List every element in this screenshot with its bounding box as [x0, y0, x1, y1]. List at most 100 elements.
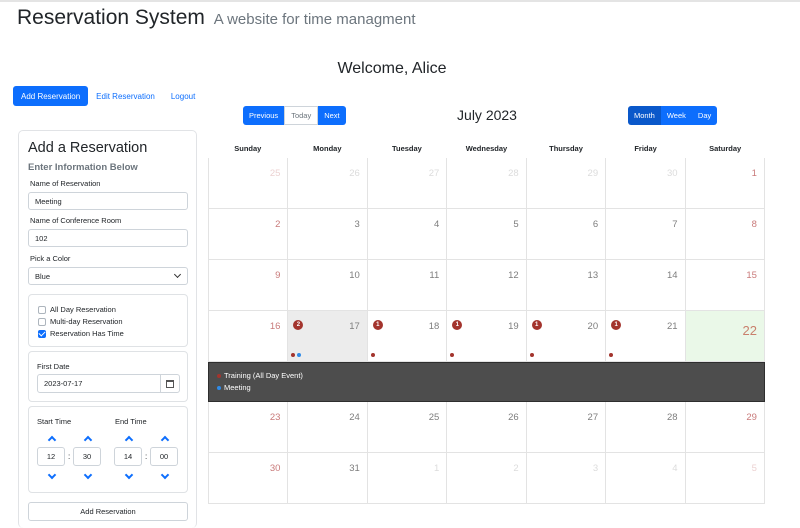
day-cell[interactable]: 17 2: [288, 311, 368, 362]
day-cell[interactable]: 13: [526, 260, 607, 311]
event-item[interactable]: Meeting: [217, 383, 251, 392]
color-select[interactable]: Blue: [28, 267, 188, 285]
day-cell[interactable]: 19 1: [447, 311, 527, 362]
name-input[interactable]: Meeting: [28, 192, 188, 210]
end-minute-down-icon[interactable]: [160, 470, 170, 480]
day-cell[interactable]: 21 1: [606, 311, 686, 362]
event-count-badge: 1: [611, 320, 622, 330]
event-count-badge: 1: [372, 320, 383, 330]
day-cell[interactable]: 12: [447, 260, 527, 311]
day-number: 11: [429, 270, 440, 281]
day-cell[interactable]: 11: [367, 260, 448, 311]
has-time-option[interactable]: Reservation Has Time: [38, 329, 124, 338]
start-hour-down-icon[interactable]: [47, 470, 57, 480]
day-cell[interactable]: 6: [526, 209, 607, 260]
end-minute-input[interactable]: 00: [150, 447, 178, 466]
end-hour-up-icon[interactable]: [124, 435, 134, 445]
weekday-thursday: Thursday: [549, 144, 583, 153]
add-reservation-button[interactable]: Add Reservation: [28, 502, 188, 521]
day-number: 16: [269, 321, 281, 332]
day-cell[interactable]: 16: [209, 311, 289, 362]
day-cell[interactable]: 30: [209, 453, 289, 504]
day-cell[interactable]: 29: [685, 402, 765, 453]
event-label: Training (All Day Event): [224, 371, 303, 380]
all-day-checkbox[interactable]: [38, 305, 46, 314]
nav-edit-reservation[interactable]: Edit Reservation: [88, 86, 163, 106]
day-cell[interactable]: 26: [447, 402, 527, 453]
start-minute-down-icon[interactable]: [83, 470, 93, 480]
weekday-monday: Monday: [313, 144, 342, 153]
day-cell[interactable]: 25: [209, 158, 289, 209]
day-cell[interactable]: 27: [526, 402, 607, 453]
start-minute-up-icon[interactable]: [83, 435, 93, 445]
start-hour-up-icon[interactable]: [47, 435, 57, 445]
has-time-checkbox[interactable]: [38, 329, 46, 338]
next-button[interactable]: Next: [318, 106, 346, 125]
start-time-label: Start Time: [37, 417, 72, 426]
day-cell[interactable]: 30: [606, 158, 686, 209]
day-cell[interactable]: 26: [288, 158, 368, 209]
event-dot: [529, 353, 534, 357]
multi-day-option[interactable]: Multi-day Reservation: [38, 317, 123, 326]
start-hour-input[interactable]: 12: [37, 447, 65, 466]
day-cell[interactable]: 5: [447, 209, 527, 260]
view-week-button[interactable]: Week: [660, 106, 692, 125]
view-month-button[interactable]: Month: [628, 106, 661, 125]
day-number: 20: [587, 321, 599, 332]
day-cell[interactable]: 31: [288, 453, 368, 504]
day-number: 25: [269, 168, 281, 179]
day-cell[interactable]: 23: [209, 402, 289, 453]
options-box: All Day Reservation Multi-day Reservatio…: [28, 294, 188, 347]
day-cell[interactable]: 3: [526, 453, 607, 504]
day-cell[interactable]: 1: [685, 158, 765, 209]
day-cell[interactable]: 3: [288, 209, 368, 260]
day-cell[interactable]: 1: [367, 453, 448, 504]
event-dot: [291, 353, 296, 357]
day-number: 21: [666, 321, 678, 332]
day-cell[interactable]: 10: [288, 260, 368, 311]
day-cell[interactable]: 24: [288, 402, 368, 453]
day-cell[interactable]: 7: [606, 209, 686, 260]
end-hour-down-icon[interactable]: [124, 470, 134, 480]
multi-day-checkbox[interactable]: [38, 317, 46, 326]
color-label: Pick a Color: [30, 254, 71, 263]
first-date-input[interactable]: 2023-07-17: [37, 374, 161, 393]
day-cell[interactable]: 20 1: [526, 311, 607, 362]
room-input[interactable]: 102: [28, 229, 188, 247]
view-day-button[interactable]: Day: [691, 106, 718, 125]
weekday-friday: Friday: [634, 144, 657, 153]
nav-add-reservation[interactable]: Add Reservation: [13, 86, 89, 106]
day-cell[interactable]: 5: [685, 453, 765, 504]
day-number: 26: [349, 168, 360, 179]
end-hour-input[interactable]: 14: [114, 447, 142, 466]
day-cell[interactable]: 4: [606, 453, 686, 504]
first-date-box: First Date 2023-07-17: [28, 351, 188, 402]
previous-button[interactable]: Previous: [243, 106, 285, 125]
day-cell[interactable]: 27: [367, 158, 448, 209]
date-picker-button[interactable]: [160, 374, 180, 393]
day-cell[interactable]: 28: [606, 402, 686, 453]
all-day-option[interactable]: All Day Reservation: [38, 305, 116, 314]
event-count-badge: 2: [293, 320, 304, 330]
day-cell[interactable]: 15: [685, 260, 765, 311]
day-cell[interactable]: 4: [367, 209, 448, 260]
form-subtitle: Enter Information Below: [28, 162, 138, 173]
start-minute-input[interactable]: 30: [73, 447, 101, 466]
day-number: 2: [513, 463, 519, 474]
event-item[interactable]: Training (All Day Event): [217, 371, 303, 380]
day-cell[interactable]: 22: [685, 311, 765, 362]
nav-logout[interactable]: Logout: [163, 86, 203, 106]
day-cell[interactable]: 9: [209, 260, 289, 311]
day-cell[interactable]: 14: [606, 260, 686, 311]
day-number: 18: [428, 321, 440, 332]
today-button[interactable]: Today: [284, 106, 319, 125]
day-cell[interactable]: 2: [447, 453, 527, 504]
day-cell[interactable]: 2: [209, 209, 289, 260]
day-cell[interactable]: 29: [526, 158, 607, 209]
day-cell[interactable]: 8: [685, 209, 765, 260]
day-cell[interactable]: 28: [447, 158, 527, 209]
day-cell[interactable]: 18 1: [367, 311, 448, 362]
end-minute-up-icon[interactable]: [160, 435, 170, 445]
day-cell[interactable]: 25: [367, 402, 448, 453]
day-number: 28: [508, 168, 519, 179]
